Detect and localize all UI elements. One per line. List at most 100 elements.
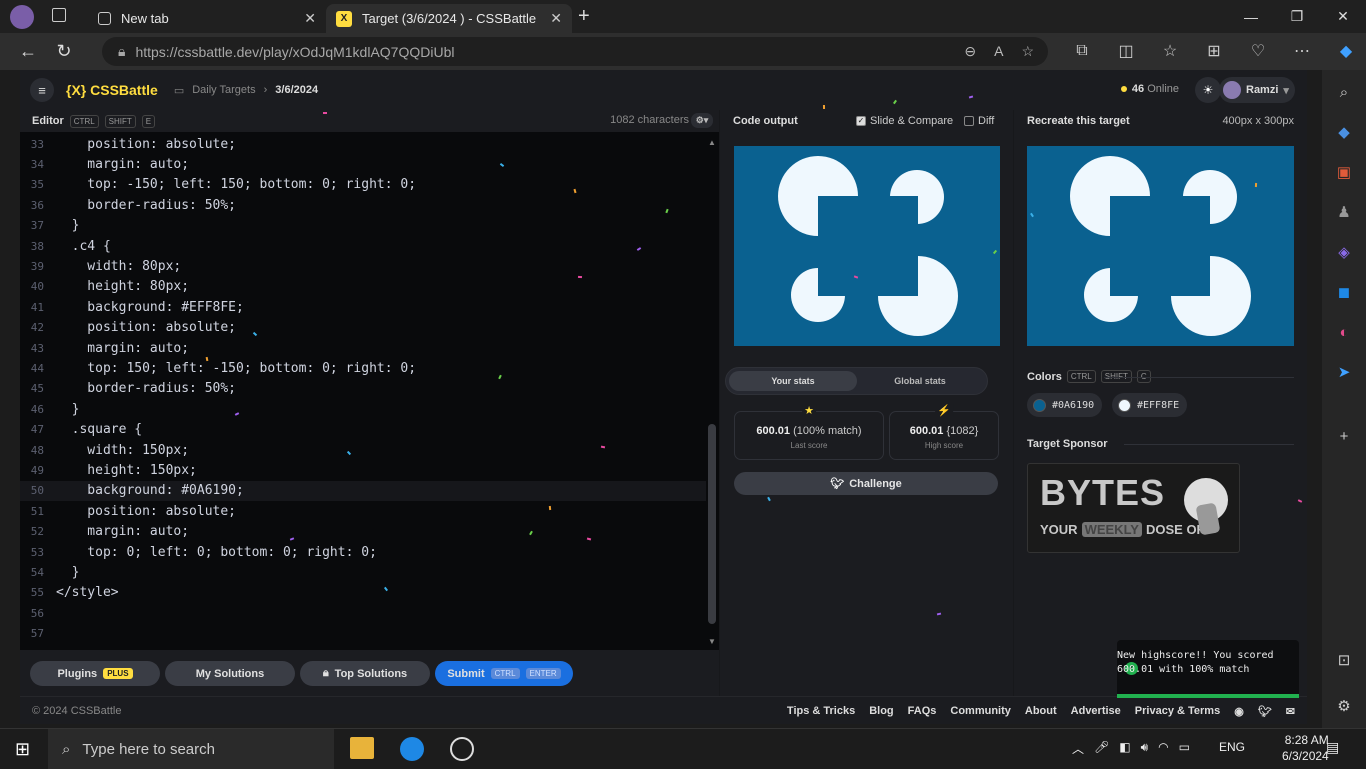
- screenshot-icon[interactable]: ⊡: [1334, 650, 1354, 670]
- discord-icon[interactable]: ◉: [1234, 705, 1244, 718]
- edge-icon[interactable]: [400, 737, 424, 761]
- profile-avatar[interactable]: [10, 5, 34, 29]
- file-explorer-icon[interactable]: [350, 737, 374, 759]
- code-line[interactable]: 55 </style>: [20, 583, 706, 603]
- more-icon[interactable]: ⋯: [1282, 36, 1322, 66]
- code-line[interactable]: 54 }: [20, 562, 706, 582]
- code-line[interactable]: 35 top: -150; left: 150; bottom: 0; righ…: [20, 175, 706, 195]
- url-bar[interactable]: 🔒︎ https://cssbattle.dev/play/xOdJqM1kdl…: [102, 37, 1048, 66]
- taskbar-search[interactable]: ⌕ Type here to search: [48, 729, 334, 769]
- code-line[interactable]: 45 border-radius: 50%;: [20, 379, 706, 399]
- footer-link-tips[interactable]: Tips & Tricks: [787, 705, 855, 718]
- my-solutions-button[interactable]: My Solutions: [165, 661, 295, 686]
- chevron-up-icon[interactable]: ︿: [1072, 740, 1084, 757]
- user-menu[interactable]: Ramzi ▾: [1219, 77, 1295, 103]
- top-solutions-button[interactable]: 🔒︎ Top Solutions: [300, 661, 430, 686]
- camera-icon[interactable]: ◧: [1119, 740, 1130, 757]
- code-line[interactable]: 52 margin: auto;: [20, 521, 706, 541]
- minimize-icon[interactable]: —: [1228, 0, 1274, 33]
- code-line[interactable]: 44 top: 150; left: -150; bottom: 0; righ…: [20, 358, 706, 378]
- highscore-toast[interactable]: ✓ New highscore!! You scored 600.01 with…: [1117, 640, 1299, 698]
- collections-icon[interactable]: ⊞: [1194, 36, 1234, 66]
- brand-logo[interactable]: {X} CSSBattle: [66, 82, 158, 98]
- code-line[interactable]: 49 height: 150px;: [20, 460, 706, 480]
- code-line[interactable]: 53 top: 0; left: 0; bottom: 0; right: 0;: [20, 542, 706, 562]
- breadcrumb-daily-targets[interactable]: Daily Targets: [192, 84, 255, 96]
- read-aloud-icon[interactable]: A: [994, 43, 1003, 60]
- code-lines[interactable]: 33 position: absolute; 34 margin: auto; 35…: [20, 134, 706, 644]
- code-line[interactable]: 38 .c4 {: [20, 236, 706, 256]
- code-line[interactable]: 34 margin: auto;: [20, 154, 706, 174]
- slide-compare-toggle[interactable]: ✓ Slide & Compare: [856, 115, 953, 127]
- color-chip-white[interactable]: #EFF8FE: [1112, 393, 1188, 417]
- footer-link-faqs[interactable]: FAQs: [908, 705, 937, 718]
- briefcase-icon[interactable]: ▣: [1334, 162, 1354, 182]
- output-canvas[interactable]: [734, 146, 1000, 346]
- target-image[interactable]: [1027, 146, 1294, 346]
- code-line[interactable]: 42 position: absolute;: [20, 318, 706, 338]
- language-indicator[interactable]: ENG: [1219, 740, 1245, 754]
- diff-toggle[interactable]: Diff: [964, 115, 994, 127]
- designer-icon[interactable]: ◐: [1334, 322, 1354, 342]
- challenge-button[interactable]: 🐦︎ Challenge: [734, 472, 998, 495]
- color-chip-blue[interactable]: #0A6190: [1027, 393, 1103, 417]
- code-line[interactable]: 51 position: absolute;: [20, 501, 706, 521]
- close-icon[interactable]: ✕: [1320, 0, 1366, 33]
- restore-icon[interactable]: ❐: [1274, 0, 1320, 33]
- footer-link-advertise[interactable]: Advertise: [1071, 705, 1121, 718]
- notification-icon[interactable]: ▤: [1326, 739, 1339, 756]
- back-icon[interactable]: ←: [10, 37, 46, 67]
- tab-global-stats[interactable]: Global stats: [856, 371, 984, 391]
- editor-scrollbar[interactable]: ▲ ▼: [706, 134, 719, 650]
- checkbox-checked-icon[interactable]: ✓: [856, 116, 866, 127]
- wifi-icon[interactable]: ◠: [1158, 740, 1168, 757]
- code-line[interactable]: 48 width: 150px;: [20, 440, 706, 460]
- volume-icon[interactable]: 🔊︎: [1141, 740, 1149, 757]
- clock[interactable]: 8:28 AM 6/3/2024: [1282, 732, 1329, 764]
- performance-icon[interactable]: ♡: [1238, 36, 1278, 66]
- code-line[interactable]: 40 height: 80px;: [20, 277, 706, 297]
- code-line[interactable]: 57: [20, 623, 706, 643]
- search-icon[interactable]: ⌕: [1334, 82, 1354, 102]
- code-editor[interactable]: Editor CTRL SHIFT E 1082 characters ⚙▾ 3…: [20, 110, 719, 650]
- mail-icon[interactable]: ✉: [1286, 705, 1295, 718]
- close-tab-icon[interactable]: ✕: [550, 10, 562, 27]
- extensions-icon[interactable]: ⧉: [1062, 36, 1102, 66]
- code-line[interactable]: 39 width: 80px;: [20, 256, 706, 276]
- people-icon[interactable]: ♟: [1334, 202, 1354, 222]
- refresh-icon[interactable]: ↻: [46, 37, 82, 67]
- code-line[interactable]: 43 margin: auto;: [20, 338, 706, 358]
- code-line[interactable]: 56: [20, 603, 706, 623]
- sponsor-banner[interactable]: BYTES YOUR WEEKLY DOSE OF: [1027, 463, 1240, 553]
- footer-link-blog[interactable]: Blog: [869, 705, 893, 718]
- tab-your-stats[interactable]: Your stats: [729, 371, 857, 391]
- menu-icon[interactable]: ≡: [30, 78, 54, 102]
- tab-actions-icon[interactable]: [52, 8, 66, 22]
- outlook-icon[interactable]: ◼: [1334, 282, 1354, 302]
- footer-link-about[interactable]: About: [1025, 705, 1057, 718]
- code-line[interactable]: 50 background: #0A6190;: [20, 480, 706, 502]
- app-icon[interactable]: [450, 737, 474, 761]
- copilot-icon[interactable]: ◈: [1334, 242, 1354, 262]
- code-line[interactable]: 41 background: #EFF8FE;: [20, 297, 706, 317]
- tag-icon[interactable]: ◆: [1334, 122, 1354, 142]
- favorite-star-icon[interactable]: ☆: [1021, 43, 1034, 60]
- battery-icon[interactable]: ▭: [1179, 740, 1190, 757]
- plugins-button[interactable]: Plugins PLUS: [30, 661, 160, 686]
- favorites-icon[interactable]: ☆: [1150, 36, 1190, 66]
- send-icon[interactable]: ➤: [1334, 362, 1354, 382]
- code-line[interactable]: 46 }: [20, 399, 706, 419]
- windows-start-icon[interactable]: ⊞: [15, 739, 30, 760]
- footer-link-privacy[interactable]: Privacy & Terms: [1135, 705, 1220, 718]
- split-screen-icon[interactable]: ◫: [1106, 36, 1146, 66]
- new-tab-button[interactable]: +: [578, 5, 590, 28]
- editor-settings-gear-icon[interactable]: ⚙▾: [691, 113, 713, 128]
- tab-cssbattle[interactable]: X Target (3/6/2024 ) - CSSBattle ✕: [326, 4, 572, 33]
- footer-link-community[interactable]: Community: [950, 705, 1011, 718]
- copilot-icon[interactable]: ◆: [1326, 36, 1366, 66]
- theme-toggle-sun-icon[interactable]: ☀: [1195, 77, 1221, 103]
- code-line[interactable]: 33 position: absolute;: [20, 134, 706, 154]
- zoom-icon[interactable]: ⊖: [964, 43, 976, 60]
- code-line[interactable]: 36 border-radius: 50%;: [20, 195, 706, 215]
- tab-new-tab[interactable]: New tab ✕: [88, 4, 326, 33]
